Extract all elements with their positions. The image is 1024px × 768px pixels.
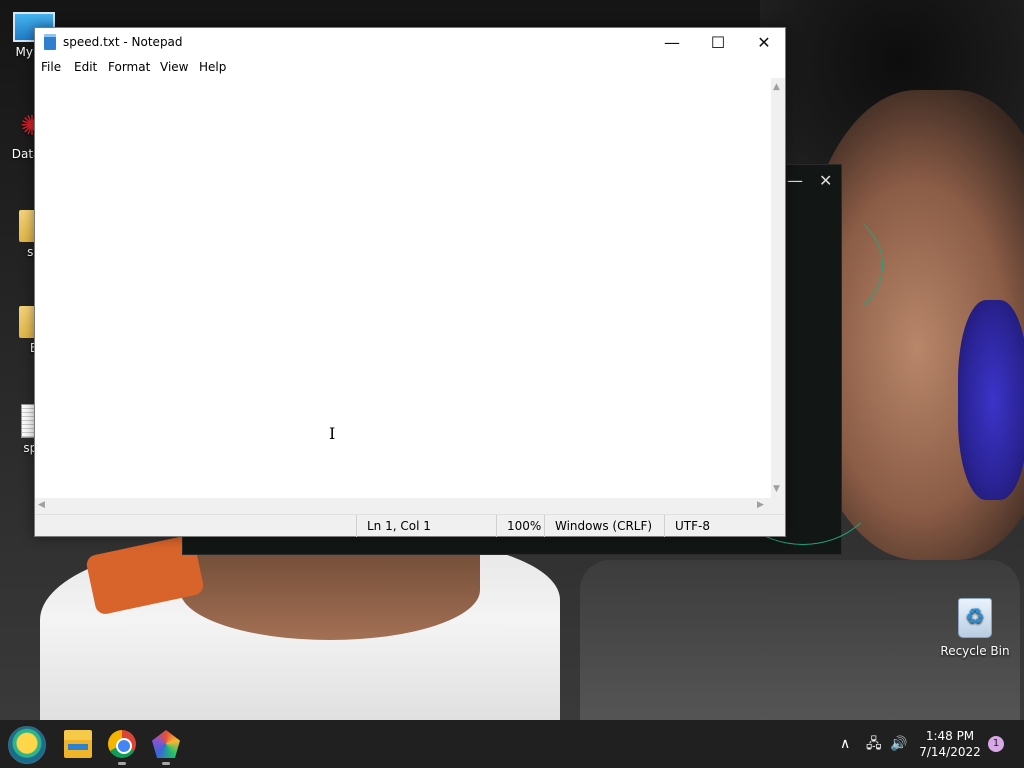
volume-icon[interactable]: 🔊 — [890, 720, 907, 768]
clock[interactable]: 1:48 PM 7/14/2022 — [915, 728, 985, 760]
window-title: speed.txt - Notepad — [63, 35, 183, 49]
menu-bar: File Edit Format View Help — [35, 58, 785, 78]
status-line-ending: Windows (CRLF) — [544, 515, 664, 537]
recycle-bin-icon: ♻ — [958, 598, 992, 638]
ibeam-cursor-icon: I — [329, 424, 336, 443]
start-button[interactable] — [8, 726, 46, 764]
chrome-icon[interactable] — [108, 730, 136, 758]
running-indicator — [118, 762, 126, 765]
menu-view[interactable]: View — [160, 60, 188, 74]
wallpaper-neck — [180, 540, 480, 640]
resize-grip[interactable] — [771, 498, 785, 514]
chevron-up-icon[interactable]: ∧ — [840, 720, 850, 768]
scroll-up-icon[interactable]: ▲ — [773, 82, 780, 92]
status-position: Ln 1, Col 1 — [356, 515, 496, 537]
wallpaper-cloth — [958, 300, 1024, 500]
horizontal-scrollbar[interactable]: ◀ ▶ — [35, 498, 771, 514]
paint-icon[interactable] — [152, 730, 180, 758]
clock-date: 7/14/2022 — [919, 745, 981, 759]
status-bar: Ln 1, Col 1 100% Windows (CRLF) UTF-8 — [35, 514, 785, 537]
minimize-button[interactable]: — — [649, 28, 695, 58]
notepad-icon — [44, 34, 56, 50]
notepad-window[interactable]: speed.txt - Notepad — ☐ ✕ File Edit Form… — [34, 27, 786, 537]
notification-badge[interactable]: 1 — [988, 736, 1004, 752]
maximize-button[interactable]: ☐ — [695, 28, 741, 58]
file-explorer-icon[interactable] — [64, 730, 92, 758]
background-window-close-button[interactable]: ✕ — [819, 171, 832, 190]
close-button[interactable]: ✕ — [741, 28, 787, 58]
status-zoom: 100% — [496, 515, 546, 537]
clock-time: 1:48 PM — [925, 729, 975, 743]
title-bar[interactable]: speed.txt - Notepad — ☐ ✕ — [35, 28, 785, 58]
network-icon[interactable]: 🖧 — [866, 720, 882, 768]
scroll-right-icon[interactable]: ▶ — [757, 500, 764, 510]
status-encoding: UTF-8 — [664, 515, 785, 537]
menu-format[interactable]: Format — [108, 60, 150, 74]
menu-help[interactable]: Help — [199, 60, 226, 74]
taskbar: ∧ 🖧 🔊 1:48 PM 7/14/2022 1 — [0, 720, 1024, 768]
desktop-icon-recycle-bin[interactable]: ♻ Recycle Bin — [940, 598, 1010, 658]
text-editor[interactable] — [35, 78, 771, 498]
scroll-down-icon[interactable]: ▼ — [773, 484, 780, 494]
menu-edit[interactable]: Edit — [74, 60, 97, 74]
background-window-minimize-button[interactable]: — — [787, 171, 803, 190]
desktop-icon-label: Recycle Bin — [940, 644, 1010, 658]
vertical-scrollbar[interactable]: ▲ ▼ — [771, 78, 785, 498]
menu-file[interactable]: File — [41, 60, 61, 74]
scroll-left-icon[interactable]: ◀ — [38, 500, 45, 510]
running-indicator — [162, 762, 170, 765]
